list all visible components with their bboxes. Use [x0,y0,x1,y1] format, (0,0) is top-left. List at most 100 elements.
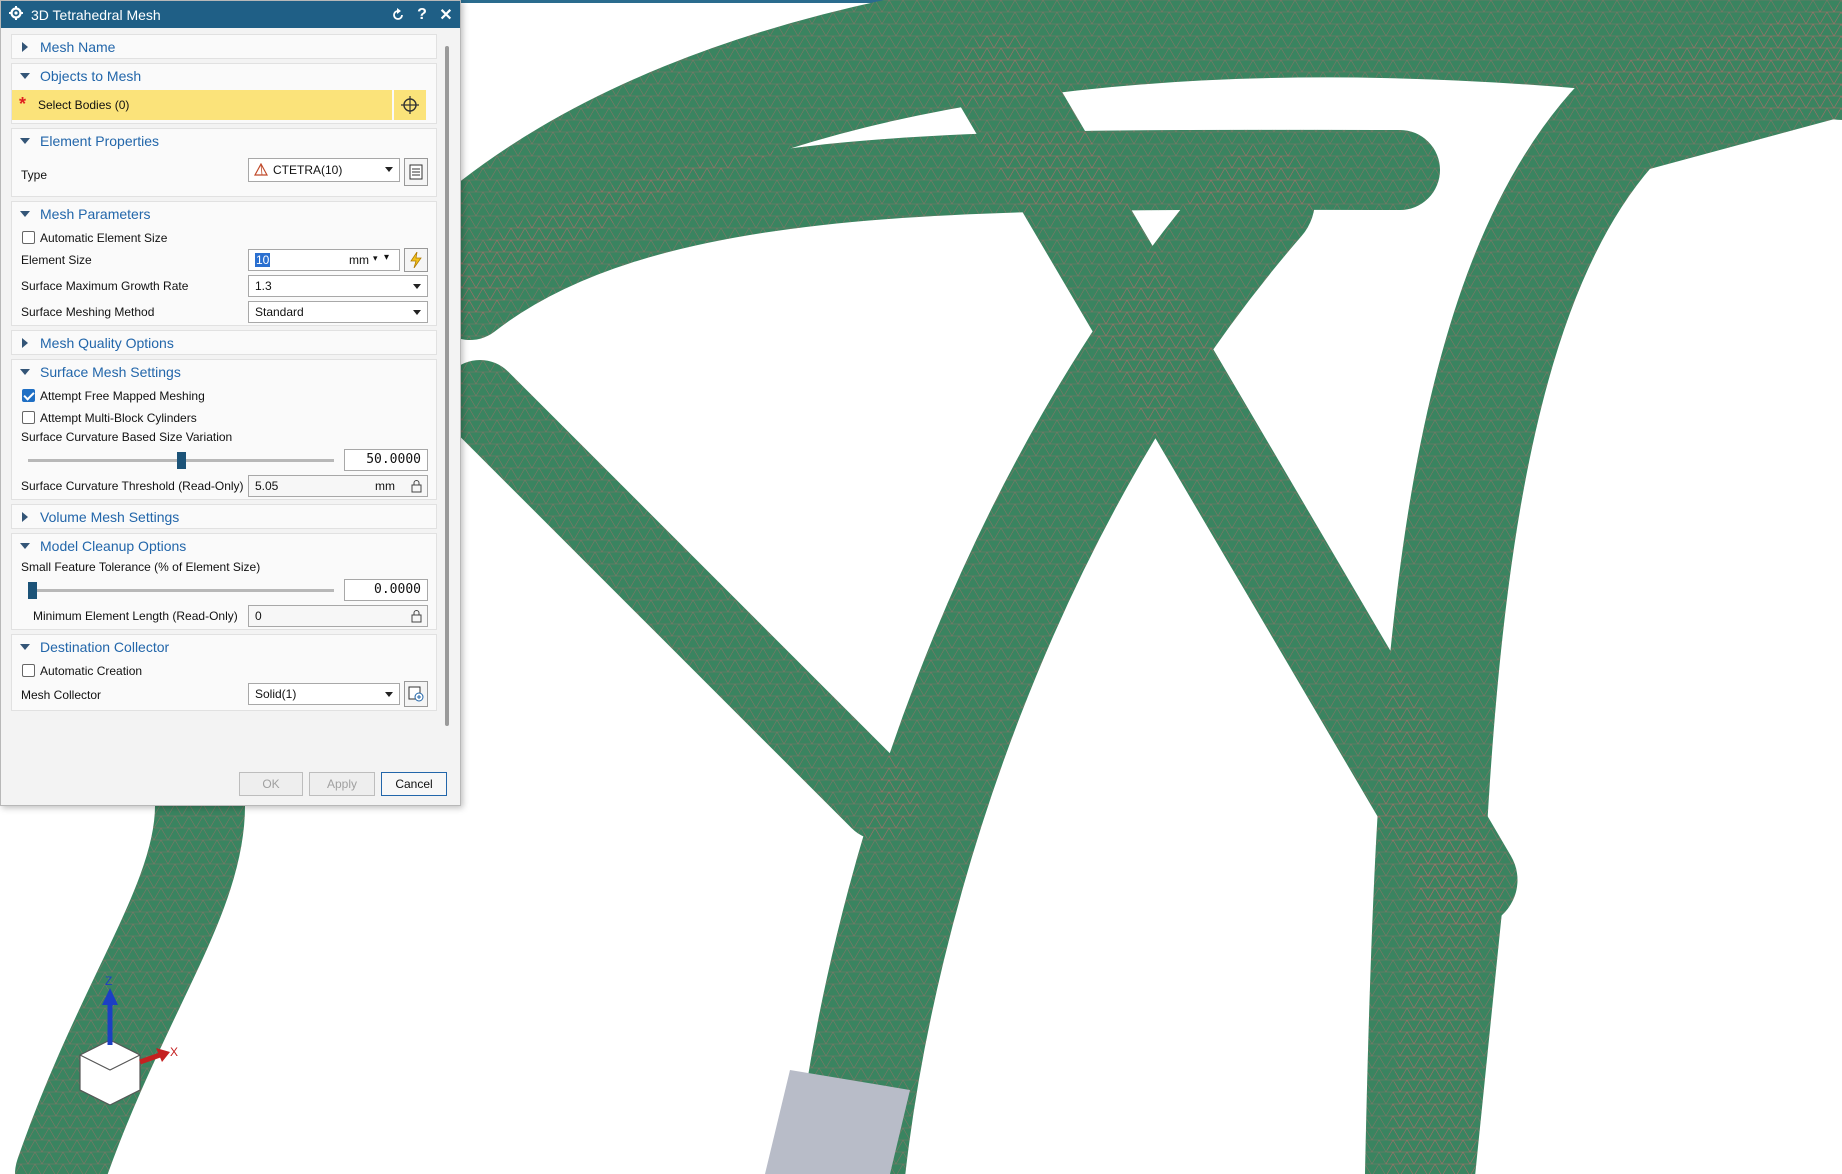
dropdown-chevron-icon[interactable]: ▾ [384,252,389,263]
mesh-quality-title: Mesh Quality Options [40,334,174,351]
curvature-threshold-label: Surface Curvature Threshold (Read-Only) [21,479,244,493]
free-mapped-row: Attempt Free Mapped Meshing [12,383,436,405]
element-size-input[interactable]: 10 mm ▾ ▾ [248,249,400,271]
crosshair-icon [401,96,419,114]
free-mapped-checkbox[interactable] [22,389,35,402]
expand-arrow-icon [20,511,30,522]
lightning-button[interactable] [404,248,428,272]
model-cleanup-header[interactable]: Model Cleanup Options [12,534,436,557]
dialog-scrollbar[interactable] [445,46,449,726]
volume-mesh-header[interactable]: Volume Mesh Settings [12,505,436,528]
mesh-parameters-section: Mesh Parameters Automatic Element Size E… [11,201,437,326]
auto-element-size-label: Automatic Element Size [40,231,168,245]
element-size-row: Element Size 10 mm ▾ ▾ [12,247,436,273]
collapse-arrow-icon [20,541,30,551]
new-collector-button[interactable] [404,681,428,707]
objects-to-mesh-title: Objects to Mesh [40,67,142,84]
element-properties-title: Element Properties [40,132,160,149]
dialog-titlebar: 3D Tetrahedral Mesh ? ✕ [1,1,460,28]
growth-rate-label: Surface Maximum Growth Rate [21,279,189,293]
meshing-method-label: Surface Meshing Method [21,305,155,319]
element-size-unit[interactable]: mm [349,253,369,267]
unit-chevron-icon[interactable]: ▾ [373,253,378,264]
ok-button[interactable]: OK [239,772,303,796]
collapse-arrow-icon [20,209,30,219]
type-row: Type CTETRA(10) [12,152,436,196]
curvature-threshold-row: Surface Curvature Threshold (Read-Only) … [12,473,436,499]
mesh-quality-header[interactable]: Mesh Quality Options [12,331,436,354]
small-feature-slider-thumb[interactable] [28,582,37,599]
curvature-variation-input[interactable]: 50.0000 [344,449,428,471]
min-element-length-field: 0 [248,605,428,627]
automatic-creation-checkbox[interactable] [22,664,35,677]
automatic-creation-label: Automatic Creation [40,664,143,678]
multi-block-checkbox[interactable] [22,411,35,424]
objects-to-mesh-header[interactable]: Objects to Mesh [12,64,436,87]
mesh-collector-row: Mesh Collector Solid(1) [12,680,436,710]
destination-collector-header[interactable]: Destination Collector [12,635,436,658]
auto-element-size-checkbox[interactable] [22,231,35,244]
element-size-label: Element Size [21,253,92,267]
small-feature-slider-row: 0.0000 [12,577,436,603]
meshing-method-dropdown[interactable]: Standard [248,301,428,323]
growth-rate-dropdown[interactable]: 1.3 [248,275,428,297]
help-icon[interactable]: ? [412,5,432,25]
expand-arrow-icon [20,337,30,348]
dialog-title: 3D Tetrahedral Mesh [31,6,161,23]
mesh-parameters-title: Mesh Parameters [40,205,151,222]
dialog-body: Mesh Name Objects to Mesh * Select Bodie… [11,34,437,715]
mesh-name-section: Mesh Name [11,34,437,59]
type-list-button[interactable] [404,158,428,186]
mesh-name-header[interactable]: Mesh Name [12,35,436,58]
small-feature-label: Small Feature Tolerance (% of Element Si… [21,560,261,574]
select-bodies-label: Select Bodies (0) [38,98,130,112]
collapse-arrow-icon [20,136,30,146]
expand-arrow-icon [20,41,30,52]
curvature-variation-row: Surface Curvature Based Size Variation [12,427,436,447]
apply-button[interactable]: Apply [309,772,375,796]
multi-block-label: Attempt Multi-Block Cylinders [40,411,197,425]
required-asterisk-icon: * [19,94,27,114]
type-value: CTETRA(10) [273,163,343,177]
growth-rate-row: Surface Maximum Growth Rate 1.3 [12,273,436,299]
curvature-threshold-field: 5.05 mm [248,475,428,497]
lock-icon [411,610,422,623]
destination-collector-title: Destination Collector [40,638,170,655]
curvature-threshold-value: 5.05 [255,479,279,493]
tetra-element-icon [254,163,268,176]
axis-z-label: Z [105,974,112,988]
model-cleanup-title: Model Cleanup Options [40,537,187,554]
collapse-arrow-icon [20,71,30,81]
surface-mesh-title: Surface Mesh Settings [40,363,181,380]
select-bodies-area: * Select Bodies (0) [12,87,436,123]
type-label: Type [21,168,48,182]
gear-icon[interactable] [9,6,23,23]
close-icon[interactable]: ✕ [436,5,456,25]
meshing-method-row: Surface Meshing Method Standard [12,299,436,325]
auto-element-size-row: Automatic Element Size [12,225,436,247]
cancel-button[interactable]: Cancel [381,772,447,796]
growth-rate-value: 1.3 [255,279,272,293]
model-cleanup-section: Model Cleanup Options Small Feature Tole… [11,533,437,630]
crosshair-select-button[interactable] [394,90,426,120]
free-mapped-label: Attempt Free Mapped Meshing [40,389,205,403]
collapse-arrow-icon [20,367,30,377]
select-bodies-row[interactable]: * Select Bodies (0) [12,90,392,120]
small-feature-input[interactable]: 0.0000 [344,579,428,601]
objects-to-mesh-section: Objects to Mesh * Select Bodies (0) [11,63,437,124]
meshing-method-value: Standard [255,305,304,319]
curvature-variation-label: Surface Curvature Based Size Variation [21,430,233,444]
curvature-slider-row: 50.0000 [12,447,436,473]
small-feature-slider-track[interactable] [28,589,334,592]
surface-mesh-header[interactable]: Surface Mesh Settings [12,360,436,383]
mesh-collector-dropdown[interactable]: Solid(1) [248,683,400,705]
element-properties-header[interactable]: Element Properties [12,129,436,152]
collapse-arrow-icon [20,642,30,652]
list-icon [409,164,423,180]
reset-icon[interactable] [388,5,408,25]
element-properties-section: Element Properties Type CTETRA(10) [11,128,437,197]
mesh-parameters-header[interactable]: Mesh Parameters [12,202,436,225]
mesh-name-title: Mesh Name [40,38,116,55]
curvature-slider-thumb[interactable] [176,452,186,469]
type-dropdown[interactable]: CTETRA(10) [248,158,400,182]
